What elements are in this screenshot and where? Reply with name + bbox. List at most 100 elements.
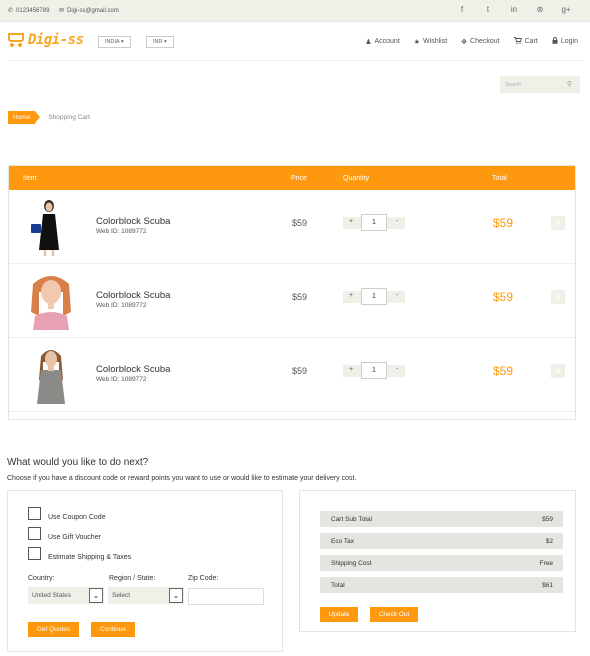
dribbble-icon[interactable]: ⊛ xyxy=(534,5,546,14)
summary-label: Eco Tax xyxy=(331,538,355,545)
nav-checkout[interactable]: ✥ Checkout xyxy=(461,37,499,46)
nav-account[interactable]: ♟ Account xyxy=(365,37,400,46)
product-image[interactable] xyxy=(23,198,79,256)
continue-button[interactable]: Continue xyxy=(91,622,135,637)
nav-label: Login xyxy=(560,38,578,45)
product-name[interactable]: Colorblock Scuba xyxy=(96,216,170,227)
country-select[interactable]: United States ⌄ xyxy=(28,587,104,604)
quantity-stepper: + 1 - xyxy=(343,288,405,305)
product-price: $59 xyxy=(292,292,308,302)
product-name[interactable]: Colorblock Scuba xyxy=(96,364,170,375)
discount-options-panel: Use Coupon Code Use Gift Voucher Estimat… xyxy=(7,490,283,652)
quantity-input[interactable]: 1 xyxy=(361,214,387,231)
logo-cart-icon xyxy=(8,33,26,47)
zip-label: Zip Code: xyxy=(188,575,219,582)
nav-label: Account xyxy=(374,38,400,45)
logo[interactable]: Digi-ss xyxy=(8,32,84,48)
product-price: $59 xyxy=(292,366,308,376)
product-image[interactable] xyxy=(23,346,79,404)
get-quotes-button[interactable]: Get Quotes xyxy=(28,622,79,637)
email-contact[interactable]: ✉ Digi-ss@gmail.com xyxy=(59,7,119,15)
section-heading: What would you like to do next? xyxy=(7,457,149,468)
lock-icon xyxy=(552,37,558,46)
quantity-stepper: + 1 - xyxy=(343,214,405,231)
currency-value: INR xyxy=(153,39,163,45)
gift-voucher-checkbox[interactable] xyxy=(28,527,41,540)
summary-row: Shipping Cost Free xyxy=(320,555,563,571)
summary-row: Cart Sub Total $59 xyxy=(320,511,563,527)
phone-number: 0123456789 xyxy=(16,7,50,14)
minus-icon[interactable]: - xyxy=(391,292,403,299)
plus-icon[interactable]: + xyxy=(345,218,357,225)
section-description: Choose if you have a discount code or re… xyxy=(7,475,357,482)
breadcrumb-home[interactable]: Home xyxy=(8,111,41,124)
minus-icon[interactable]: - xyxy=(391,218,403,225)
star-icon: ★ xyxy=(413,38,421,46)
google-plus-icon[interactable]: g+ xyxy=(560,5,572,14)
zip-code-input[interactable] xyxy=(188,588,264,605)
plus-icon[interactable]: + xyxy=(345,366,357,373)
header-price: Price xyxy=(291,175,307,182)
check-out-button[interactable]: Check Out xyxy=(370,607,418,622)
chevron-down-icon[interactable]: ⌄ xyxy=(89,588,103,603)
region-label: Region / State: xyxy=(109,575,156,582)
gift-voucher-label: Use Gift Voucher xyxy=(48,534,101,541)
product-name[interactable]: Colorblock Scuba xyxy=(96,290,170,301)
row-total: $59 xyxy=(493,364,514,378)
user-icon: ♟ xyxy=(365,38,372,46)
main-nav: ♟ Account ★ Wishlist ✥ Checkout Cart Login xyxy=(365,37,578,46)
cart-table: Item Price Quantity Total Colorblock Scu… xyxy=(8,165,576,420)
search-input[interactable]: Search ⚲ xyxy=(500,76,580,93)
summary-label: Total xyxy=(331,582,345,589)
phone-contact: ✆ 0123456789 xyxy=(8,7,50,15)
country-label: Country: xyxy=(28,575,55,582)
product-image[interactable] xyxy=(23,272,79,330)
linkedin-icon[interactable]: in xyxy=(508,5,520,14)
region-select-value: Select xyxy=(112,592,131,599)
twitter-icon[interactable]: t xyxy=(482,5,494,14)
nav-label: Cart xyxy=(524,38,538,45)
coupon-label: Use Coupon Code xyxy=(48,514,106,521)
cart-icon xyxy=(513,37,522,46)
caret-down-icon: ▾ xyxy=(120,39,124,45)
email-address[interactable]: Digi-ss@gmail.com xyxy=(67,8,119,14)
summary-value: Free xyxy=(539,560,553,567)
header-item: Item xyxy=(23,175,37,182)
order-summary-panel: Cart Sub Total $59 Eco Tax $2 Shipping C… xyxy=(299,490,576,632)
table-row: Colorblock Scuba Web ID: 1089772 $59 + 1… xyxy=(9,264,575,338)
search-icon[interactable]: ⚲ xyxy=(567,80,572,88)
envelope-icon: ✉ xyxy=(59,8,65,14)
nav-wishlist[interactable]: ★ Wishlist xyxy=(414,37,447,46)
top-bar: ✆ 0123456789 ✉ Digi-ss@gmail.com f t in … xyxy=(0,0,590,22)
country-dropdown[interactable]: INDIA ▾ xyxy=(98,36,131,48)
country-value: INDIA xyxy=(105,39,120,45)
chevron-down-icon[interactable]: ⌄ xyxy=(169,588,183,603)
crosshair-icon: ✥ xyxy=(461,38,468,46)
product-web-id: Web ID: 1089772 xyxy=(96,376,147,383)
estimate-shipping-checkbox[interactable] xyxy=(28,547,41,560)
search-placeholder: Search xyxy=(505,82,521,88)
summary-value: $59 xyxy=(542,516,553,523)
minus-icon[interactable]: - xyxy=(391,366,403,373)
row-total: $59 xyxy=(493,290,514,304)
currency-dropdown[interactable]: INR ▾ xyxy=(146,36,174,48)
caret-down-icon: ▾ xyxy=(164,39,167,45)
facebook-icon[interactable]: f xyxy=(456,5,468,14)
quantity-input[interactable]: 1 xyxy=(361,362,387,379)
logo-text: Digi-ss xyxy=(28,32,84,48)
plus-icon[interactable]: + xyxy=(345,292,357,299)
coupon-checkbox[interactable] xyxy=(28,507,41,520)
product-web-id: Web ID: 1089772 xyxy=(96,302,147,309)
header: Digi-ss INDIA ▾ INR ▾ ♟ Account ★ Wishlist… xyxy=(0,22,590,62)
delete-icon[interactable]: ✕ xyxy=(551,290,565,304)
cart-table-header: Item Price Quantity Total xyxy=(9,166,575,190)
update-button[interactable]: Update xyxy=(320,607,358,622)
delete-icon[interactable]: ✕ xyxy=(551,216,565,230)
nav-cart[interactable]: Cart xyxy=(513,37,538,46)
nav-label: Wishlist xyxy=(423,38,448,45)
delete-icon[interactable]: ✕ xyxy=(551,364,565,378)
nav-login[interactable]: Login xyxy=(552,37,578,46)
quantity-input[interactable]: 1 xyxy=(361,288,387,305)
region-select[interactable]: Select ⌄ xyxy=(108,587,184,604)
phone-icon: ✆ xyxy=(8,8,14,14)
